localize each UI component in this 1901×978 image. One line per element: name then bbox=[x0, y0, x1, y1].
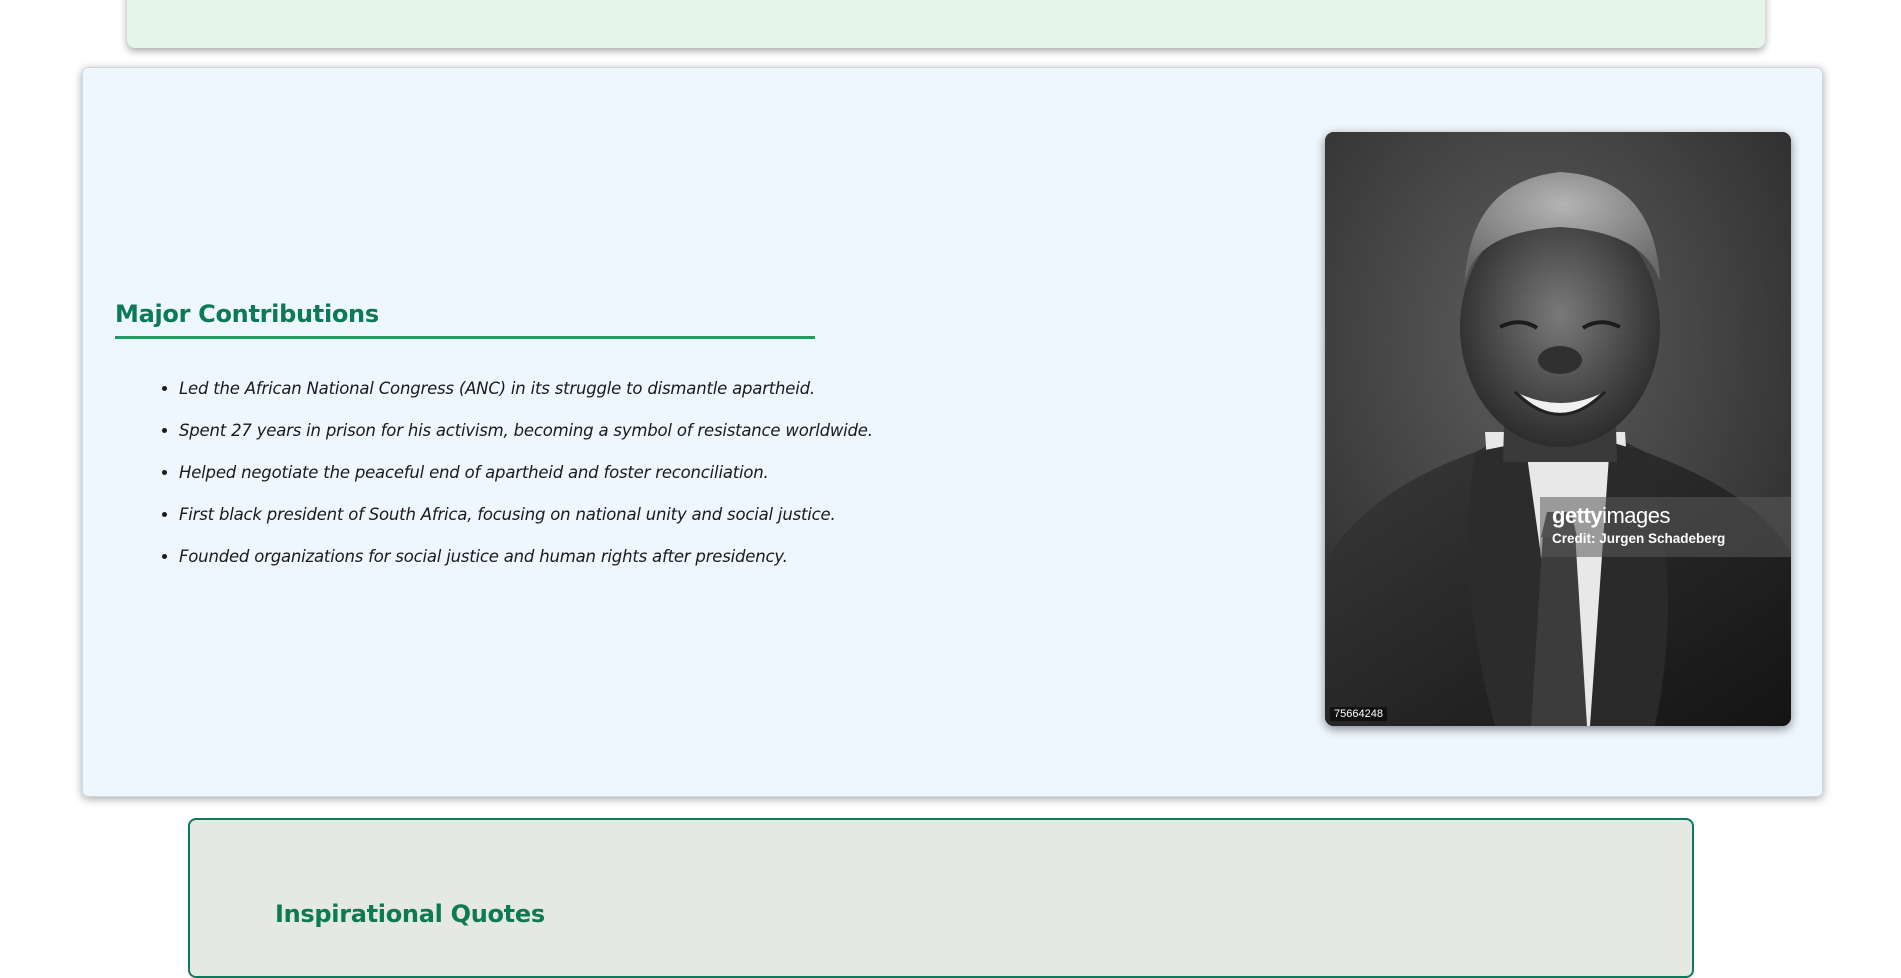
section-title: Inspirational Quotes bbox=[275, 900, 545, 928]
major-contributions-section: Major Contributions Led the African Nati… bbox=[82, 67, 1823, 797]
watermark: gettyimages Credit: Jurgen Schadeberg bbox=[1540, 497, 1791, 557]
list-item: Spent 27 years in prison for his activis… bbox=[179, 410, 873, 452]
inspirational-quotes-section: Inspirational Quotes bbox=[188, 818, 1694, 978]
list-item: First black president of South Africa, f… bbox=[179, 494, 873, 536]
contributions-list: Led the African National Congress (ANC) … bbox=[147, 368, 873, 578]
section-title: Major Contributions bbox=[115, 300, 815, 339]
getty-images-logo: gettyimages bbox=[1552, 503, 1670, 528]
portrait-illustration bbox=[1325, 132, 1791, 726]
list-item: Founded organizations for social justice… bbox=[179, 536, 873, 578]
list-item: Led the African National Congress (ANC) … bbox=[179, 368, 873, 410]
portrait-photo: gettyimages Credit: Jurgen Schadeberg 75… bbox=[1325, 132, 1791, 726]
photo-credit: Credit: Jurgen Schadeberg bbox=[1552, 531, 1726, 546]
previous-section-card bbox=[127, 0, 1765, 48]
image-id-label: 75664248 bbox=[1330, 707, 1387, 721]
list-item: Helped negotiate the peaceful end of apa… bbox=[179, 452, 873, 494]
